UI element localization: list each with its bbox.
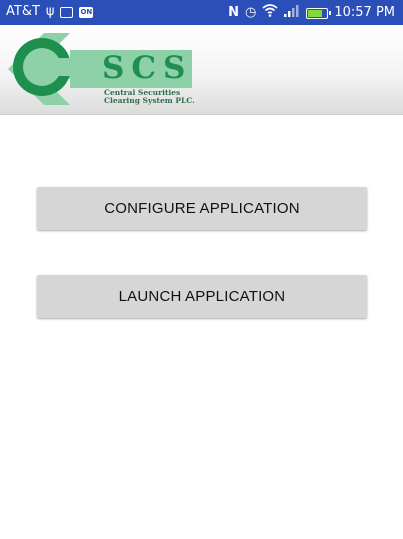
status-bar: AT&T ψ ON N ◷ 10:57 PM bbox=[0, 0, 403, 25]
battery-charging-icon bbox=[306, 7, 332, 19]
alarm-icon: ◷ bbox=[245, 5, 257, 20]
signal-icon bbox=[284, 4, 300, 22]
window-icon bbox=[60, 6, 74, 18]
on-badge: ON bbox=[79, 6, 94, 18]
battery-level-fill bbox=[308, 9, 323, 17]
configure-application-button[interactable]: CONFIGURE APPLICATION bbox=[37, 187, 367, 230]
main-actions: CONFIGURE APPLICATION LAUNCH APPLICATION bbox=[37, 187, 367, 318]
svg-text:SCS: SCS bbox=[102, 50, 192, 86]
app-header: SCS Central Securities Clearing System P… bbox=[0, 25, 403, 115]
nfc-icon: N bbox=[228, 5, 239, 20]
clock-label: 10:57 PM bbox=[334, 5, 395, 20]
svg-text:Clearing System PLC.: Clearing System PLC. bbox=[104, 96, 195, 105]
cscs-logo: SCS Central Securities Clearing System P… bbox=[8, 32, 198, 111]
wifi-icon bbox=[262, 4, 278, 22]
usb-icon: ψ bbox=[45, 4, 55, 19]
status-bar-right: N ◷ 10:57 PM bbox=[228, 4, 395, 22]
carrier-label: AT&T bbox=[6, 4, 40, 19]
status-bar-left: AT&T ψ ON bbox=[6, 4, 94, 20]
launch-application-button[interactable]: LAUNCH APPLICATION bbox=[37, 275, 367, 318]
